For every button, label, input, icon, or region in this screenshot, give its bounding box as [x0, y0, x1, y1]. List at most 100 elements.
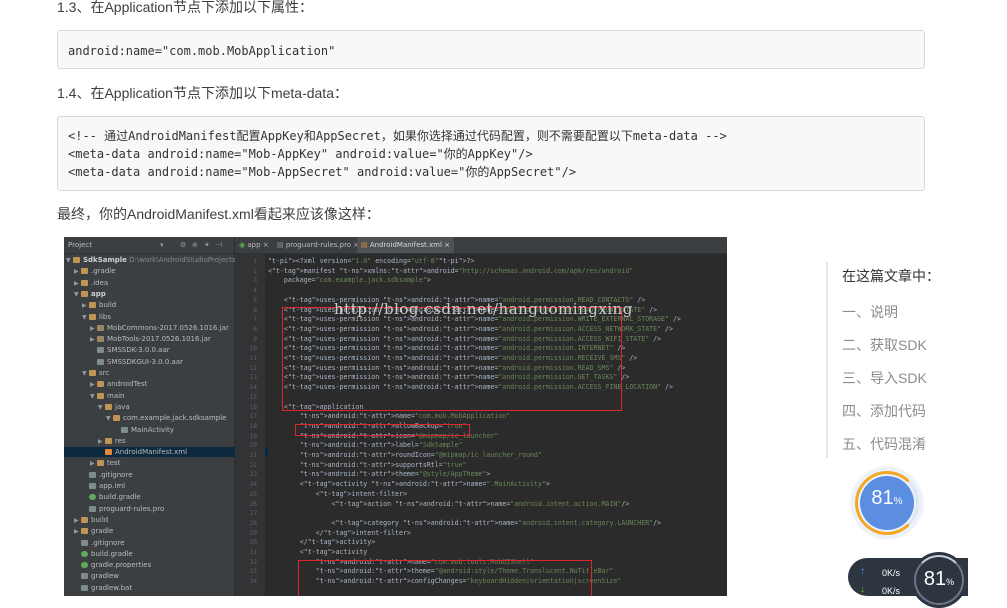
tree-item: ▼ src	[64, 368, 252, 379]
tree-expand-icon: ▶	[90, 460, 95, 468]
tree-item: ▶ gradle	[64, 526, 244, 537]
settings-icon: ✦	[204, 241, 210, 249]
tree-item-label: SMSSDKGUI-3.0.0.aar	[107, 357, 183, 366]
file-icon	[89, 505, 96, 512]
highlight-permissions-box	[282, 307, 622, 411]
file-icon	[81, 573, 88, 580]
project-tree: Project ▾ ⚙ ⊕ ✦ ⊣ ▼ SdkSample D:\work\And…	[64, 237, 268, 596]
code-line: <!-- 通过AndroidManifest配置AppKey和AppSecret…	[68, 129, 727, 143]
line-number: 20	[249, 442, 257, 450]
line-number: 3	[253, 277, 257, 285]
line-number: 14	[249, 384, 257, 392]
tree-item-label: gradlew.bat	[91, 583, 133, 592]
line-number: 23	[249, 471, 257, 479]
tree-item-label: MainActivity	[131, 425, 174, 434]
code-line: "t-ns">android:"t-attr">supportsRtl="tru…	[299, 460, 467, 469]
project-label: Project	[68, 241, 92, 249]
folder-icon	[97, 381, 104, 388]
code-line: android:name="com.mob.MobApplication"	[68, 44, 336, 58]
toc-item-get-sdk[interactable]: 二、获取SDK	[842, 335, 927, 355]
tree-item: ▶ build	[64, 515, 244, 526]
folder-icon	[105, 437, 112, 444]
download-arrow-icon: ↓	[860, 584, 865, 595]
tree-expand-icon: ▶	[74, 516, 79, 524]
tree-item-label: build	[99, 301, 117, 310]
line-number: 33	[249, 568, 257, 576]
code-line: </"t-tag">intent-filter>	[268, 528, 411, 537]
line-number: 6	[253, 306, 257, 314]
line-number: 8	[253, 325, 257, 333]
tree-item: gradlew.bat	[64, 583, 244, 593]
tree-expand-icon: ▶	[74, 528, 79, 536]
tree-item-label: build	[91, 515, 109, 524]
tree-item: ▶ androidTest	[64, 379, 260, 390]
folder-icon	[105, 403, 112, 410]
tree-item: gradlew	[64, 571, 244, 581]
tab-app: ◉ app ×	[239, 241, 269, 249]
tree-item: SMSSDKGUI-3.0.0.aar	[64, 357, 260, 367]
tree-item-label: proguard-rules.pro	[99, 504, 165, 513]
line-number: 29	[249, 529, 257, 537]
tree-item-label: gradle	[91, 527, 114, 536]
tree-item: ▶ .gradle	[64, 266, 244, 277]
tree-item: build.gradle	[64, 492, 252, 502]
file-icon	[97, 347, 104, 354]
folder-icon	[113, 415, 120, 422]
tree-expand-icon: ▶	[90, 381, 95, 389]
line-number: 32	[249, 558, 257, 566]
folder-icon	[89, 370, 96, 376]
toc-item-import-sdk[interactable]: 三、导入SDK	[842, 368, 927, 388]
tree-item: ▼ libs	[64, 312, 252, 323]
file-icon	[89, 471, 96, 478]
code-line: <meta-data android:name="Mob-AppKey" and…	[68, 147, 533, 161]
score-badge[interactable]: 81%	[852, 468, 922, 538]
highlight-application-name-box	[295, 424, 470, 436]
tree-expand-icon: ▼	[66, 257, 71, 264]
tree-item-label: .gitignore	[99, 470, 133, 479]
toc-item-add-code[interactable]: 四、添加代码	[842, 401, 926, 421]
line-number: 34	[249, 578, 257, 586]
tree-item-label: com.example.jack.sdksample	[123, 414, 227, 423]
line-number: 11	[249, 355, 257, 362]
line-number: 25	[249, 490, 257, 498]
file-icon	[81, 584, 88, 591]
editor-tabs: ◉ app × ▤ proguard-rules.pro × ▤ Android…	[235, 237, 727, 254]
tree-expand-icon: ▼	[98, 403, 103, 411]
line-number: 15	[249, 393, 257, 401]
tree-expand-icon: ▼	[82, 370, 87, 377]
code-line: <"t-tag">intent-filter>	[268, 489, 407, 498]
code-block-meta-data: <!-- 通过AndroidManifest配置AppKey和AppSecret…	[57, 116, 925, 191]
line-number: 12	[249, 364, 257, 372]
line-number: 24	[249, 481, 257, 489]
tree-item: build.gradle	[64, 549, 244, 559]
code-line: <"t-tag">category "t-ns">android:"t-attr…	[268, 518, 662, 527]
jar-icon	[97, 324, 104, 331]
toc-item-intro[interactable]: 一、说明	[842, 302, 898, 322]
tree-item-label: .gradle	[91, 267, 116, 276]
file-icon	[97, 358, 104, 365]
file-icon	[81, 539, 88, 546]
code-line: package="com.example.jack.sdksample">	[268, 276, 431, 285]
tree-item-label: build.gradle	[99, 493, 141, 502]
line-number: 5	[253, 296, 257, 304]
tree-item: ▶ .idea	[64, 278, 244, 289]
heading-1-4: 1.4、在Application节点下添加以下meta-data：	[57, 85, 348, 101]
file-icon	[89, 483, 96, 489]
tree-item-label: main	[107, 391, 125, 400]
line-number: 30	[249, 539, 257, 547]
memory-usage-badge[interactable]: 81%	[911, 552, 967, 608]
tree-item: ▼ SdkSample D:\work\AndroidStudioProjects…	[64, 255, 247, 266]
code-block-application-name: android:name="com.mob.MobApplication"	[57, 30, 925, 69]
folder-icon	[97, 392, 104, 399]
line-number: 22	[249, 461, 257, 469]
code-line: "t-ns">android:"t-attr">roundIcon="@mipm…	[299, 451, 542, 459]
tree-item-label: libs	[99, 312, 111, 321]
watermark-text: http://blog.csdn.net/hanguomingxing	[334, 300, 633, 318]
file-icon	[121, 426, 128, 433]
toc-item-obfuscation[interactable]: 五、代码混淆	[842, 434, 926, 454]
tree-expand-icon: ▼	[90, 392, 95, 400]
tree-expand-icon: ▶	[90, 324, 95, 332]
tree-expand-icon: ▶	[98, 437, 103, 445]
tree-item-label: app	[91, 289, 106, 298]
folder-icon	[73, 257, 80, 263]
